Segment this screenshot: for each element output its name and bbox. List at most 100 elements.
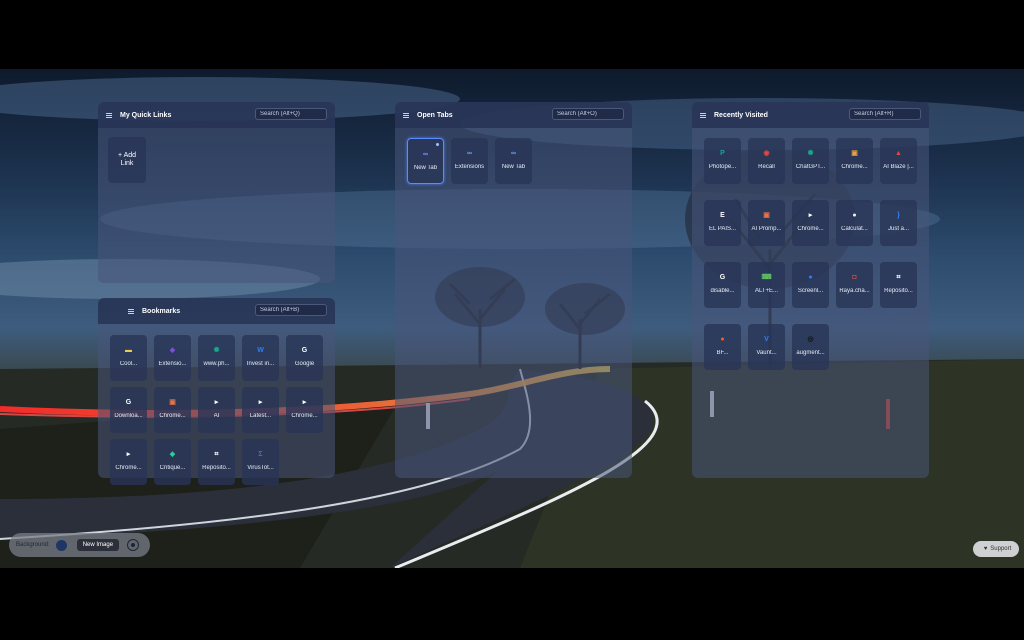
tile-item[interactable]: ▣ AI Promp... bbox=[748, 200, 785, 246]
tile-item[interactable]: } Just a... bbox=[880, 200, 917, 246]
tile-label: Screenl... bbox=[797, 288, 824, 294]
image-icon: ▣ bbox=[763, 212, 770, 219]
menu-icon[interactable] bbox=[403, 112, 409, 118]
tile-item[interactable]: ▸ Latest... bbox=[242, 387, 279, 433]
tile-item[interactable]: ▲ AI Blaze |... bbox=[880, 138, 917, 184]
recall-icon: ◉ bbox=[763, 150, 770, 157]
tile-label: Extensio... bbox=[158, 361, 187, 367]
recently-visited-header: Recently Visited bbox=[692, 102, 929, 128]
chrome-web-icon: ▣ bbox=[851, 150, 858, 157]
active-indicator bbox=[436, 143, 439, 146]
settings-icon[interactable] bbox=[127, 539, 140, 551]
tile-item[interactable]: W Invest in... bbox=[242, 335, 279, 381]
chatgpt-icon: ✺ bbox=[807, 150, 814, 157]
play-icon: ▸ bbox=[258, 399, 263, 406]
tile-label: Photope... bbox=[708, 164, 737, 170]
tile-label: ALT+E... bbox=[754, 288, 779, 294]
tile-label: ChatGPT... bbox=[795, 164, 826, 170]
background-label: Background: bbox=[16, 542, 50, 548]
support-label: Support bbox=[990, 546, 1012, 552]
tile-label: Chrome... bbox=[797, 226, 824, 232]
tile-item[interactable]: ⌨ ALT+E... bbox=[748, 262, 785, 308]
heart-icon: ♥ bbox=[983, 546, 988, 552]
background-controls: Background: New Image bbox=[9, 533, 150, 557]
tile-item[interactable]: ◘ Raya.cha... bbox=[836, 262, 873, 308]
panel-title: My Quick Links bbox=[120, 111, 172, 119]
screenshot-icon: ⌗ bbox=[896, 274, 901, 281]
tile-label: AI Promp... bbox=[751, 226, 782, 232]
add-link-label-2: Link bbox=[120, 160, 134, 167]
tile-item[interactable]: ✺ ChatGPT... bbox=[792, 138, 829, 184]
google-icon: G bbox=[125, 399, 132, 406]
keyboard-icon: ⌨ bbox=[761, 274, 772, 281]
tile-item[interactable]: Gdisable... bbox=[704, 262, 741, 308]
tile-label: Cool... bbox=[119, 361, 138, 367]
tile-label: Just a... bbox=[887, 226, 909, 232]
recently-visited-panel: Recently Visited P Photope... ◉ Recall ✺ Chat… bbox=[692, 102, 929, 478]
extension-icon: ◆ bbox=[169, 347, 176, 354]
quick-links-panel: My Quick Links + AddLink bbox=[98, 102, 335, 283]
tile-item[interactable]: ◆ Critique... bbox=[154, 439, 191, 485]
tile-item[interactable]: ∞ Extensions bbox=[451, 138, 488, 184]
tile-item[interactable]: P Photope... bbox=[704, 138, 741, 184]
support-button[interactable]: ♥ Support bbox=[973, 541, 1019, 557]
quick-links-search-input[interactable] bbox=[255, 108, 327, 120]
tile-label: AI bbox=[213, 413, 220, 419]
reddit-icon: ● bbox=[720, 336, 725, 343]
panel-title: Recently Visited bbox=[714, 111, 768, 119]
add-link-button[interactable]: + Add Link bbox=[108, 137, 146, 183]
google-icon: G bbox=[301, 347, 308, 354]
tile-item[interactable]: Σ VirusTot... bbox=[242, 439, 279, 485]
background-color-picker[interactable] bbox=[55, 539, 67, 551]
tile-item[interactable]: ▣ Chrome... bbox=[836, 138, 873, 184]
tile-label: EL PAÍS... bbox=[708, 226, 736, 232]
tile-item[interactable]: ⌗ Reposito... bbox=[880, 262, 917, 308]
play-icon: ▸ bbox=[214, 399, 219, 406]
tile-item[interactable]: ● BF... bbox=[704, 324, 741, 370]
open-tabs-search-input[interactable] bbox=[552, 108, 624, 120]
panel-title: Open Tabs bbox=[417, 111, 453, 119]
tile-label: Recall bbox=[758, 164, 775, 170]
tile-item[interactable]: ▸ Chrome... bbox=[110, 439, 147, 485]
bookmarks-search-input[interactable] bbox=[255, 304, 327, 316]
vaunt-icon: V bbox=[764, 336, 769, 343]
open-tabs-panel: Open Tabs ∞ New Tab ∞ Extensions ∞ New Tab bbox=[395, 102, 632, 478]
tile-label: Downloa... bbox=[114, 413, 143, 419]
tile-item[interactable]: ▣ Chrome... bbox=[154, 387, 191, 433]
play-icon: ▸ bbox=[126, 451, 131, 458]
tile-label: Reposito... bbox=[202, 465, 231, 471]
bracket-icon: } bbox=[897, 212, 900, 219]
tile-item[interactable]: ◉ Recall bbox=[748, 138, 785, 184]
tile-item[interactable]: ● Screenl... bbox=[792, 262, 829, 308]
tile-item[interactable]: ▸ AI bbox=[198, 387, 235, 433]
tile-item[interactable]: ▬ Cool... bbox=[110, 335, 147, 381]
tile-item[interactable]: ▸ Chrome... bbox=[792, 200, 829, 246]
open-tabs-header: Open Tabs bbox=[395, 102, 632, 128]
tile-item[interactable]: ✺ www.ph... bbox=[198, 335, 235, 381]
menu-icon[interactable] bbox=[128, 308, 134, 314]
tile-item[interactable]: ● Calculat... bbox=[836, 200, 873, 246]
tile-item[interactable]: G Google bbox=[286, 335, 323, 381]
tile-item[interactable]: G Downloa... bbox=[110, 387, 147, 433]
tile-item[interactable]: V Vaunt... bbox=[748, 324, 785, 370]
augment-icon: ◎ bbox=[807, 336, 814, 343]
tile-item[interactable]: ⌗ Reposito... bbox=[198, 439, 235, 485]
tile-label: VirusTot... bbox=[247, 465, 274, 471]
tile-item[interactable]: E EL PAÍS... bbox=[704, 200, 741, 246]
new-image-button[interactable]: New Image bbox=[76, 539, 120, 551]
tile-item[interactable]: ▸ Chrome... bbox=[286, 387, 323, 433]
tile-item[interactable]: ◆ Extensio... bbox=[154, 335, 191, 381]
recent-search-input[interactable] bbox=[849, 108, 921, 120]
link-icon: ∞ bbox=[467, 150, 472, 157]
tile-item[interactable]: ∞ New Tab bbox=[495, 138, 532, 184]
tile-label: New Tab bbox=[501, 164, 526, 170]
tile-item[interactable]: ◎ augment... bbox=[792, 324, 829, 370]
tile-label: Google bbox=[294, 361, 315, 367]
panel-title: Bookmarks bbox=[142, 307, 181, 315]
menu-icon[interactable] bbox=[700, 112, 706, 118]
tile-label: Vaunt... bbox=[756, 350, 777, 356]
tile-item[interactable]: ∞ New Tab bbox=[407, 138, 444, 184]
menu-icon[interactable] bbox=[106, 112, 112, 118]
tile-label: Chrome... bbox=[159, 413, 186, 419]
quick-links-header: My Quick Links bbox=[98, 102, 335, 128]
